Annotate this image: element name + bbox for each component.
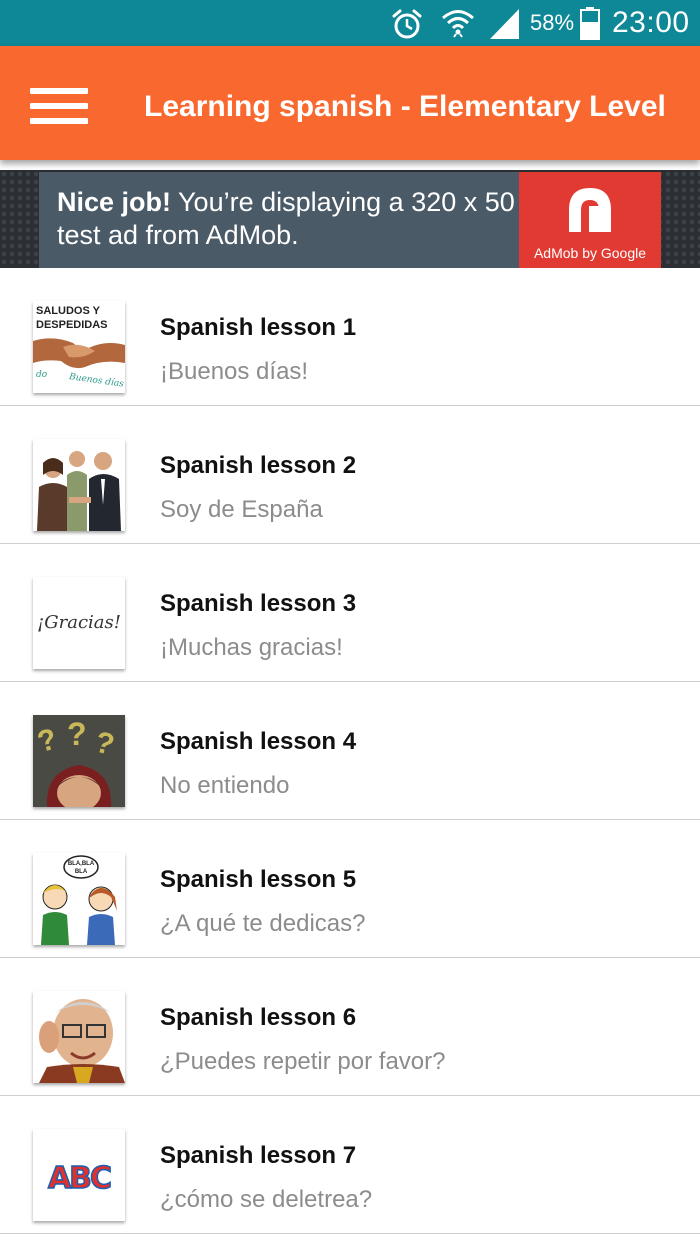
lesson-subtitle: ¡Muchas gracias! (160, 634, 343, 661)
lesson-title: Spanish lesson 5 (160, 866, 357, 893)
list-item[interactable]: ABC Spanish lesson 7 ¿cómo se deletrea? (0, 1096, 700, 1234)
ad-headline: Nice job! (57, 187, 172, 217)
lesson-thumbnail: ABC (33, 1129, 125, 1221)
list-item[interactable]: BLA,BLA BLA Spanish lesson 5 ¿A qué te d… (0, 820, 700, 958)
svg-text:do: do (36, 370, 48, 380)
svg-text:BLA,BLA: BLA,BLA (68, 861, 95, 867)
list-item[interactable]: Spanish lesson 6 ¿Puedes repetir por fav… (0, 958, 700, 1096)
svg-text:DESPEDIDAS: DESPEDIDAS (36, 319, 108, 331)
lesson-subtitle: Soy de España (160, 496, 323, 523)
signal-icon (488, 7, 522, 46)
lesson-thumbnail: ? ? ? (33, 715, 125, 807)
lesson-title: Spanish lesson 6 (160, 1004, 357, 1031)
lesson-title: Spanish lesson 3 (160, 590, 357, 617)
svg-text:SALUDOS Y: SALUDOS Y (36, 305, 101, 317)
lesson-subtitle: ¿cómo se deletrea? (160, 1186, 373, 1213)
battery-percent: 58% (530, 10, 575, 35)
list-item[interactable]: ? ? ? Spanish lesson 4 No entiendo (0, 682, 700, 820)
lesson-subtitle: ¿Puedes repetir por favor? (160, 1048, 446, 1075)
lesson-title: Spanish lesson 2 (160, 452, 357, 479)
lesson-thumbnail (33, 991, 125, 1083)
list-item[interactable]: ¡Gracias! Spanish lesson 3 ¡Muchas graci… (0, 544, 700, 682)
lesson-list: SALUDOS Y DESPEDIDAS Buenos días do Span… (0, 268, 700, 1234)
hamburger-menu-icon[interactable] (26, 84, 92, 128)
battery-icon (580, 6, 600, 45)
lesson-thumbnail (33, 439, 125, 531)
wifi-icon (440, 7, 476, 46)
svg-text:?: ? (67, 716, 87, 752)
admob-label: AdMob by Google (533, 245, 647, 261)
svg-text:¡Gracias!: ¡Gracias! (37, 612, 121, 633)
lesson-subtitle: No entiendo (160, 772, 290, 799)
list-item[interactable]: Spanish lesson 2 Soy de España (0, 406, 700, 544)
ad-text: Nice job! You’re displaying a 320 x 50 t… (57, 186, 527, 252)
list-item[interactable]: SALUDOS Y DESPEDIDAS Buenos días do Span… (0, 268, 700, 406)
clock: 23:00 (612, 6, 690, 39)
lesson-subtitle: ¿A qué te dedicas? (160, 910, 366, 937)
admob-logo: AdMob by Google (519, 172, 661, 268)
app-bar: Learning spanish - Elementary Level (0, 46, 700, 160)
ad-area: Nice job! You’re displaying a 320 x 50 t… (0, 170, 700, 268)
lesson-subtitle: ¡Buenos días! (160, 358, 309, 385)
svg-text:BLA: BLA (75, 869, 88, 875)
ad-banner[interactable]: Nice job! You’re displaying a 320 x 50 t… (39, 172, 661, 268)
alarm-icon (390, 7, 424, 46)
lesson-title: Spanish lesson 1 (160, 314, 357, 341)
admob-icon (559, 182, 621, 247)
lesson-title: Spanish lesson 4 (160, 728, 357, 755)
lesson-thumbnail: ¡Gracias! (33, 577, 125, 669)
svg-text:ABC: ABC (48, 1161, 111, 1196)
status-bar: 58% 23:00 (0, 0, 700, 46)
lesson-thumbnail: BLA,BLA BLA (33, 853, 125, 945)
app-title: Learning spanish - Elementary Level (144, 90, 666, 123)
lesson-thumbnail: SALUDOS Y DESPEDIDAS Buenos días do (33, 301, 125, 393)
lesson-title: Spanish lesson 7 (160, 1142, 357, 1169)
